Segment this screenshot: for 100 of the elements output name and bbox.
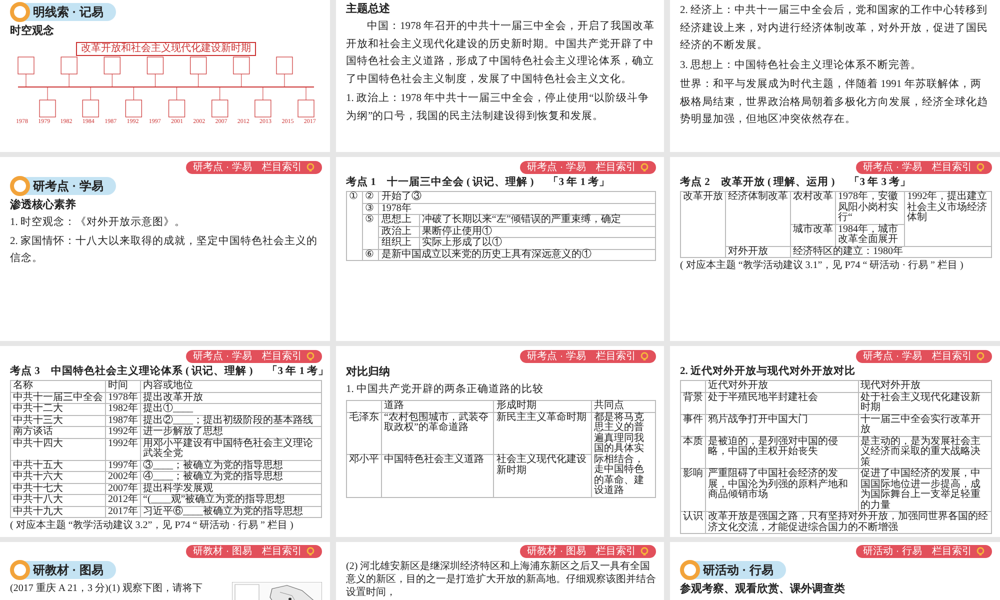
table-cell: 思想上 — [378, 214, 420, 226]
table-cell: ⑤ — [362, 214, 379, 249]
reference-note: ( 对应本主题 “教学活动建议 3.2”，见 P74 “ 研活动 · 行易 ” 栏目 ) — [10, 520, 294, 532]
index-button[interactable]: 研考点 · 学易 栏目索引 — [186, 350, 322, 363]
table-cell: 影响 — [680, 468, 706, 512]
heading: 渗透核心素养 — [10, 198, 77, 212]
slide-thumbnail[interactable]: 2. 经济上：中共十一届三中全会后，党和国家的工作中心转移到经济建设上来，对内进行经济体制改革，对外开放，促进了国民经济的不断发展。 3. 思想上：中国特色社会主义理论体系不断完善。 世界：和平与发展成为时代主题，伴随着 1991 年苏联解体，两极格局结束，世界政治格局朝着多极化方向发展，经济全球化趋势明显加强，但地区冲突依然存在。 — [670, 0, 1000, 152]
column-header: 近代对外开放 — [706, 380, 858, 392]
table-cell: ④____；被确立为党的指导思想 — [140, 472, 322, 483]
table-cell: 进一步解放了思想 — [140, 426, 322, 438]
table-title: 2. 近代对外开放与现代对外开放对比 — [680, 365, 856, 378]
table-cell: 果断停止使用① — [419, 226, 656, 238]
column-header: 现代对外开放 — [858, 380, 992, 392]
table-cell: “农村包围城市，武装夺取政权”的革命道路 — [382, 412, 494, 454]
table-cell: 是被迫的，是列强对中国的侵略，中国的主权开始丧失 — [706, 436, 858, 468]
table-cell: 对外开放 — [726, 246, 790, 258]
column-header: 时间 — [106, 380, 140, 392]
lightbulb-icon — [976, 163, 985, 172]
slide-thumbnail[interactable]: 研教材 · 图易 栏目索引 (2) 河北雄安新区是继深圳经济特区和上海浦东新区之后又一具有全国意义的新区，目的之一是打造扩大开放的新高地。仔细观察该图并结合设置时间， — [336, 542, 664, 600]
table-cell: 中共十三大 — [10, 415, 106, 426]
table-cell: 邓小平 — [346, 454, 382, 497]
index-button[interactable]: 研考点 · 学易 栏目索引 — [520, 161, 656, 174]
slide-thumbnail[interactable] — [670, 346, 1000, 537]
table-cell: 1992年 — [106, 438, 140, 460]
lightbulb-icon — [976, 352, 985, 361]
timeline-title: 改革开放和社会主义现代化建设新时期 — [76, 42, 256, 56]
table-cell: 提出改革开放 — [140, 392, 322, 404]
table-cell: 促进了中国经济的发展，中国国际地位进一步提高，成为国际舞台上一支举足轻重的力量 — [858, 468, 992, 512]
column-header: 内容或地位 — [140, 380, 322, 392]
slide-thumbnail[interactable]: 研考点 · 学易 栏目索引 对比归纳 1. 中国共产党开辟的两条正确道路的比较 道路 形成时期 共同点 毛泽东 “农村包围城市，武装夺取政权”的革命道路 新民主主义革命时期 都是将马克思主义的普遍真理同我国的具体实际相结合，走中国特色的革命、建设道路 邓小平 中国特色社会主义道路 社会主义现代化建设新时期 — [336, 346, 664, 537]
exam-frequency: 「3 年 3 考」 — [848, 176, 912, 189]
slide-thumbnail[interactable]: 研教材 · 图易 栏目索引 研教材 · 图易 (2017 重庆 A 21，3 分)(1) 观察下图，请将下 — [0, 542, 330, 600]
slide-thumbnail[interactable]: 研考点 · 学易 栏目索引 考点 2 改革开放 ( 理解、运用 ) 「3 年 3 考」 改革开放 经济体制改革 农村改革 1978年，安徽凤阳小岗村实行“ 1992年，提出建立社会主义市场经济体制 城市改革 1984年，城市改革全面展开 对外开放 经济特区的建立：1980年 ( 对应本主题 “教学活动建议 3.1”，见 P74 “ 研活动 · 行易 ” 栏目 ) — [670, 157, 1000, 341]
table-cell: 背景 — [680, 392, 706, 414]
table-cell: 十一届三中全会实行改革开放 — [858, 414, 992, 436]
lightbulb-icon — [306, 352, 315, 361]
table-cell: 经济体制改革 — [726, 192, 790, 246]
table-cell: 中共十九大 — [10, 506, 106, 518]
table-cell: 用邓小平建设有中国特色社会主义理论武装全党 — [140, 438, 322, 460]
table-cell: 改革开放是强国之路，只有坚持对外开放，加强同世界各国的经济文化交流，才能促进综合国力的不断增强 — [706, 512, 992, 534]
table-cell: 改革开放 — [680, 192, 726, 258]
table-cell: 中共十八大 — [10, 494, 106, 506]
table-cell: 中共十七大 — [10, 483, 106, 494]
lightbulb-icon — [640, 547, 649, 556]
exam-frequency: 「3 年 1 考」 — [266, 365, 330, 378]
table-cell: 中国特色社会主义道路 — [382, 454, 494, 497]
heading: 主题总述 — [346, 2, 391, 16]
lightbulb-icon — [306, 163, 315, 172]
table-cell: 提出①____ — [140, 404, 322, 415]
slide-thumbnail[interactable]: 研活动 · 行易 栏目索引 研活动 · 行易 参观考察、观看欣赏、课外调查类 — [670, 542, 1000, 600]
table-cell: 中共十一届三中全会 — [10, 392, 106, 404]
column-header: 形成时期 — [494, 400, 592, 412]
table-cell: 开始了③ — [378, 192, 656, 203]
table-cell: 提出②____；提出初级阶段的基本路线 — [140, 415, 322, 426]
table-cell: 1978年 — [106, 392, 140, 404]
index-button[interactable]: 研活动 · 行易 栏目索引 — [856, 545, 992, 558]
table-cell: 毛泽东 — [346, 412, 382, 454]
heading: 参观考察、观看欣赏、课外调查类 — [680, 582, 846, 596]
index-button[interactable]: 研考点 · 学易 栏目索引 — [520, 350, 656, 363]
badge-circle-icon — [680, 560, 700, 580]
table-title: 考点 2 改革开放 ( 理解、运用 ) — [680, 176, 835, 189]
paragraph: 1. 时空观念：《对外开放示意图》。 — [10, 215, 186, 230]
slide-thumbnail[interactable]: 研考点 · 学易 栏目索引 研考点 · 学易 渗透核心素养 1. 时空观念：《对外开放示意图》。 2. 家国情怀：十八大以来取得的成就，坚定中国特色社会主义的信念。 — [0, 157, 330, 341]
paragraph: (2) 河北雄安新区是继深圳经济特区和上海浦东新区之后又一具有全国意义的新区，目的之一是打造扩大开放的新高地。仔细观察该图并结合设置时间， — [346, 560, 656, 599]
column-header: 道路 — [382, 400, 494, 412]
table-cell: 1978年，安徽凤阳小岗村实行“ — [836, 192, 905, 224]
table-title: 考点 1 十一届三中全会 ( 识记、理解 ) — [346, 176, 534, 189]
slide-thumbnail[interactable]: 主题总述 中国：1978 年召开的中共十一届三中全会，开启了我国改革开放和社会主义现代化建设的历史新时期。中国共产党开辟了中国特色社会主义道路，形成了中国特色社会主义理论体系，确立了中国特色社会主义制度，发展了中国特色社会主义文化。 1. 政治上：1978 年中共十一届三中全会，停止使用“以阶级斗争为纲”的口号，我国的民主法制建设得到恢复和发展。 — [336, 0, 664, 152]
table-cell: 政治上 — [378, 226, 420, 238]
index-button[interactable]: 研考点 · 学易 栏目索引 — [856, 161, 992, 174]
table-cell: 南方谈话 — [10, 426, 106, 438]
lightbulb-icon — [306, 547, 315, 556]
table-cell: 农村改革 — [790, 192, 836, 224]
table-cell: 城市改革 — [790, 224, 836, 246]
table-cell: 是主动的，是为发展社会主义经济而采取的重大战略决策 — [858, 436, 992, 468]
table-cell: 事件 — [680, 414, 706, 436]
index-button[interactable]: 研教材 · 图易 栏目索引 — [186, 545, 322, 558]
lightbulb-icon — [976, 547, 985, 556]
table-cell: 2007年 — [106, 483, 140, 494]
table-cell: “(____观”被确立为党的指导思想 — [140, 494, 322, 506]
table-cell: 严重阻碍了中国社会经济的发展，中国沦为列强的原料产地和商品倾销市场 — [706, 468, 858, 512]
table-cell: ③____；被确立为党的指导思想 — [140, 460, 322, 472]
table-cell: 都是将马克思主义的普遍真理同我国的具体实际相结合，走中国特色的革命、建设道路 — [591, 412, 656, 497]
paragraph: 2. 家国情怀：十八大以来取得的成就，坚定中国特色社会主义的信念。 — [10, 234, 318, 266]
heading: 时空观念 — [10, 24, 55, 38]
paragraph: 中国：1978 年召开的中共十一届三中全会，开启了我国改革开放和社会主义现代化建设的历史新时期。中国共产党开辟了中国特色社会主义道路，形成了中国特色社会主义理论体系，确立了中国特色社会主义制度，发展了中国特色社会主义文化。 — [346, 19, 656, 86]
table-cell: 1984年，城市改革全面展开 — [836, 224, 905, 246]
index-button[interactable]: 研考点 · 学易 栏目索引 — [186, 161, 322, 174]
table-cell: 2002年 — [106, 472, 140, 483]
table-cell: 1992年，提出建立社会主义市场经济体制 — [904, 192, 992, 246]
table-cell: 1978年 — [378, 203, 656, 214]
table-cell: 中共十四大 — [10, 438, 106, 460]
table-cell: 处于社会主义现代化建设新时期 — [858, 392, 992, 414]
index-button[interactable]: 研教材 · 图易 栏目索引 — [520, 545, 656, 558]
heading: 对比归纳 — [346, 365, 391, 379]
slide-thumbnail[interactable]: 研考点 · 学易 栏目索引 考点 1 十一届三中全会 ( 识记、理解 ) 「3 年 1 考」 ① ② 开始了③ ③ 1978年 ⑤ 思想上 冲破了长期以来“左”倾错误的严重束缚，确定 政治上 果断停止使用① 组织上 实际上形成了以① ⑥ 是新中国成立以来党的历史上具有深远意义的① — [336, 157, 664, 341]
table-title: 考点 3 中国特色社会主义理论体系 ( 识记、理解 ) — [10, 365, 253, 378]
table-cell: 1997年 — [106, 460, 140, 472]
index-button[interactable]: 研考点 · 学易 栏目索引 — [856, 350, 992, 363]
slide-thumbnail[interactable] — [0, 346, 330, 537]
